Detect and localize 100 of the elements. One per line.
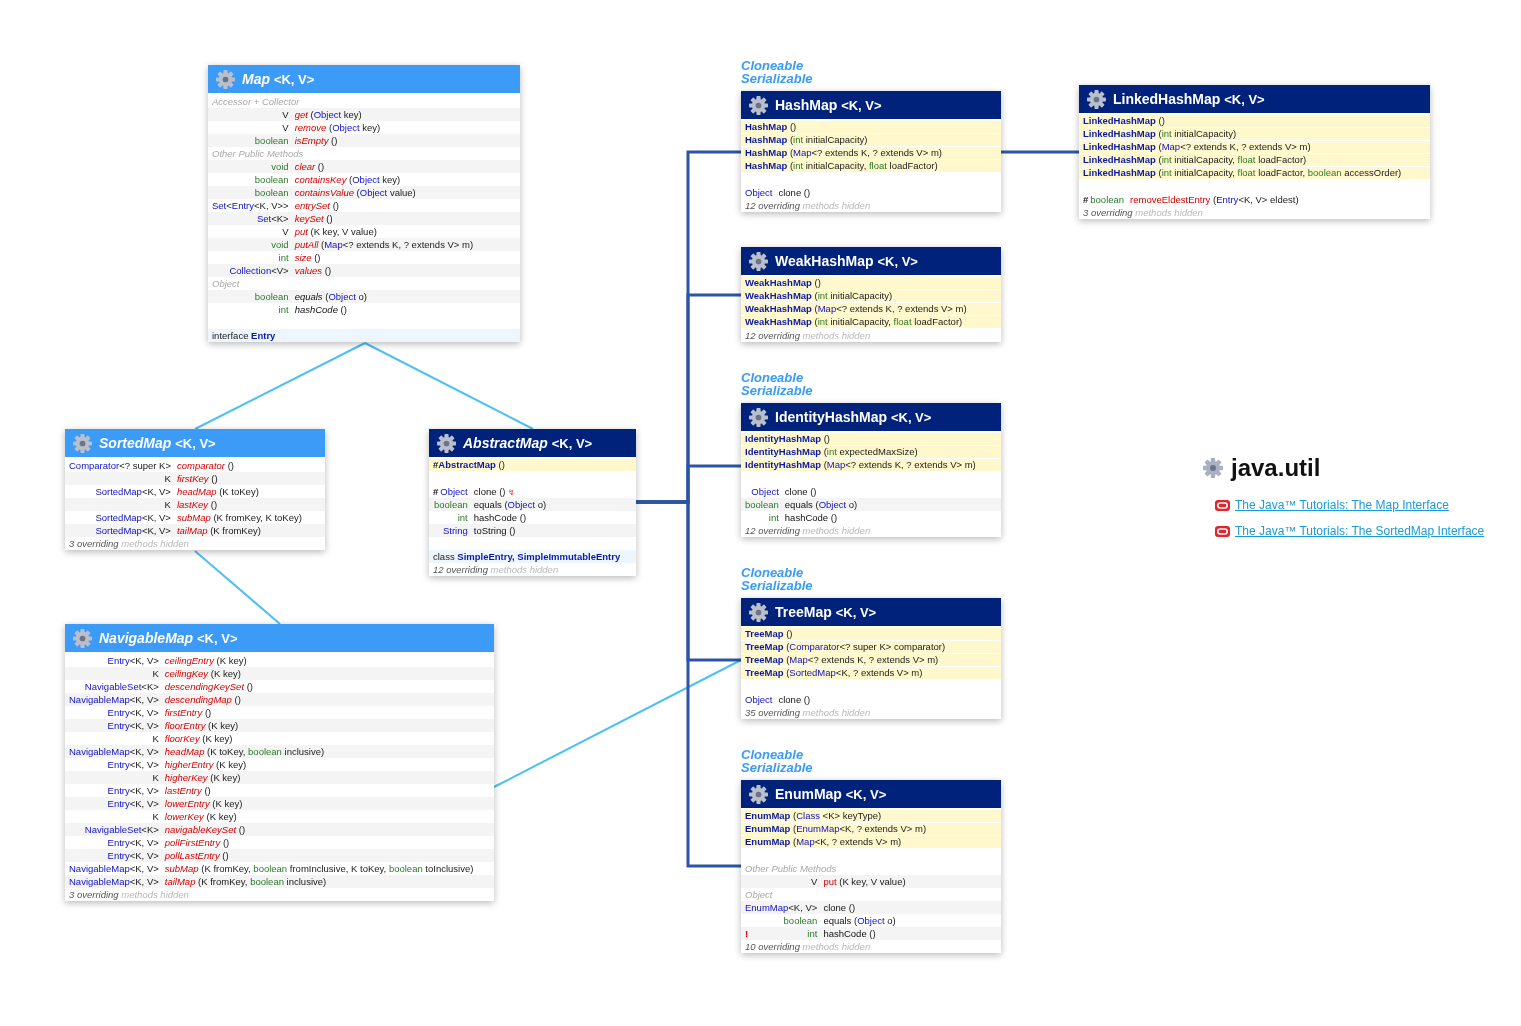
return-type: Entry<K, V> <box>107 719 159 732</box>
class-title: NavigableMap <K, V> <box>99 630 238 646</box>
class-title: AbstractMap <K, V> <box>463 435 593 451</box>
interface-label: Cloneable <box>741 59 804 72</box>
return-type: Entry<K, V> <box>107 836 159 849</box>
return-type: EnumMap<K, V> <box>745 901 818 914</box>
method-signature: descendingKeySet () <box>164 680 253 693</box>
return-type: int <box>278 303 289 316</box>
method-signature: containsKey (Object key) <box>294 173 401 186</box>
constructor-signature: #AbstractMap () <box>429 459 636 471</box>
constructor-signature: LinkedHashMap () <box>1079 115 1430 127</box>
method-signature: clone () <box>778 693 811 706</box>
return-type: Object <box>745 693 773 706</box>
method-signature: tailMap (K fromKey, boolean inclusive) <box>164 875 327 888</box>
method-signature: entrySet () <box>294 199 339 212</box>
section-label: Accessor + Collector <box>212 95 300 108</box>
hidden-methods-note: 12 overriding methods hidden <box>433 563 559 576</box>
constructor-signature: TreeMap (Comparator<? super K> comparator) <box>741 641 1001 653</box>
method-signature: hashCode () <box>294 303 347 316</box>
method-signature: put (K key, V value) <box>823 875 906 888</box>
interface-label: Serializable <box>741 761 813 774</box>
tutorial-link[interactable]: The Java™ Tutorials: The Map Interface <box>1235 498 1449 512</box>
method-signature: floorKey (K key) <box>164 732 233 745</box>
constructor-signature: TreeMap () <box>741 628 1001 640</box>
section-label: Other Public Methods <box>745 862 837 875</box>
hidden-methods-note: 3 overriding methods hidden <box>1083 206 1203 219</box>
gear-icon <box>749 602 768 622</box>
modifier-mark: # <box>433 485 439 498</box>
method-signature: ceilingKey (K key) <box>164 667 241 680</box>
return-type: int <box>278 251 289 264</box>
section-label: Object <box>212 277 240 290</box>
interface-label: Serializable <box>741 384 813 397</box>
method-signature: containsValue (Object value) <box>294 186 416 199</box>
method-signature: clone () ↯ <box>473 485 516 499</box>
method-signature: put (K key, V value) <box>294 225 377 238</box>
constructor-signature: LinkedHashMap (int initialCapacity) <box>1079 128 1430 140</box>
return-type: Entry<K, V> <box>107 758 159 771</box>
method-signature: hashCode () <box>473 511 527 524</box>
tutorial-link[interactable]: The Java™ Tutorials: The SortedMap Interface <box>1235 524 1485 538</box>
class-title: IdentityHashMap <K, V> <box>775 409 932 425</box>
interface-label: Serializable <box>741 579 813 592</box>
return-type: boolean <box>433 498 468 511</box>
nested-types: class SimpleEntry, SimpleImmutableEntry <box>429 550 636 563</box>
constructor-signature: WeakHashMap () <box>741 277 1001 289</box>
class-title: HashMap <K, V> <box>775 97 882 113</box>
return-type: K <box>152 810 159 823</box>
return-type: boolean <box>254 173 289 186</box>
method-signature: subMap (K fromKey, K toKey) <box>176 511 302 524</box>
method-signature: higherEntry (K key) <box>164 758 247 771</box>
gear-icon <box>437 433 456 453</box>
return-type: NavigableMap<K, V> <box>69 693 159 706</box>
return-type: boolean <box>254 134 289 147</box>
hidden-methods-note: 35 overriding methods hidden <box>745 706 871 719</box>
return-type: boolean <box>254 290 289 303</box>
constructor-signature: HashMap (int initialCapacity) <box>741 134 1001 146</box>
return-type: V <box>282 225 289 238</box>
method-signature: floorEntry (K key) <box>164 719 239 732</box>
hidden-methods-note: 10 overriding methods hidden <box>745 940 871 953</box>
class-title: SortedMap <K, V> <box>99 435 216 451</box>
return-type: boolean <box>783 914 818 927</box>
method-signature: firstKey () <box>176 472 218 485</box>
class-title: Map <K, V> <box>242 71 315 87</box>
method-signature: equals (Object o) <box>823 914 896 927</box>
constructor-signature: TreeMap (SortedMap<K, ? extends V> m) <box>741 667 1001 679</box>
return-type: Object <box>751 485 779 498</box>
return-type: Entry<K, V> <box>107 706 159 719</box>
constructor-signature: EnumMap (Class <K> keyType) <box>741 810 1001 822</box>
constructor-signature: LinkedHashMap (Map<? extends K, ? extends V> m) <box>1079 141 1430 153</box>
gear-icon <box>749 251 768 271</box>
constructor-signature: EnumMap (EnumMap<K, ? extends V> m) <box>741 823 1001 835</box>
constructor-signature: IdentityHashMap () <box>741 433 1001 445</box>
return-type: SortedMap<K, V> <box>95 485 171 498</box>
constructor-signature: EnumMap (Map<K, ? extends V> m) <box>741 836 1001 848</box>
return-type: V <box>282 121 289 134</box>
section-label: Other Public Methods <box>212 147 304 160</box>
class-title: WeakHashMap <K, V> <box>775 253 918 269</box>
method-signature: pollFirstEntry () <box>164 836 230 849</box>
return-type: K <box>152 732 159 745</box>
method-signature: headMap (K toKey) <box>176 485 259 498</box>
class-title: TreeMap <K, V> <box>775 604 877 620</box>
return-type: Collection<V> <box>229 264 289 277</box>
hidden-methods-note: 12 overriding methods hidden <box>745 524 871 537</box>
interface-label: Cloneable <box>741 566 804 579</box>
method-signature: higherKey (K key) <box>164 771 241 784</box>
method-signature: lowerEntry (K key) <box>164 797 243 810</box>
method-signature: toString () <box>473 524 516 537</box>
constructor-signature: WeakHashMap (int initialCapacity) <box>741 290 1001 302</box>
method-signature: descendingMap () <box>164 693 241 706</box>
modifier-mark: # <box>1083 193 1089 206</box>
return-type: Entry<K, V> <box>107 654 159 667</box>
class-title: EnumMap <K, V> <box>775 786 887 802</box>
constructor-signature: WeakHashMap (Map<? extends K, ? extends V> m) <box>741 303 1001 315</box>
return-type: int <box>768 511 779 524</box>
method-signature: clone () <box>778 186 811 199</box>
method-signature: removeEldestEntry (Entry<K, V> eldest) <box>1130 193 1299 206</box>
return-type: K <box>164 472 171 485</box>
method-signature: lastKey () <box>176 498 218 511</box>
return-type: Entry<K, V> <box>107 784 159 797</box>
interface-label: Cloneable <box>741 748 804 761</box>
gear-icon <box>749 784 768 804</box>
